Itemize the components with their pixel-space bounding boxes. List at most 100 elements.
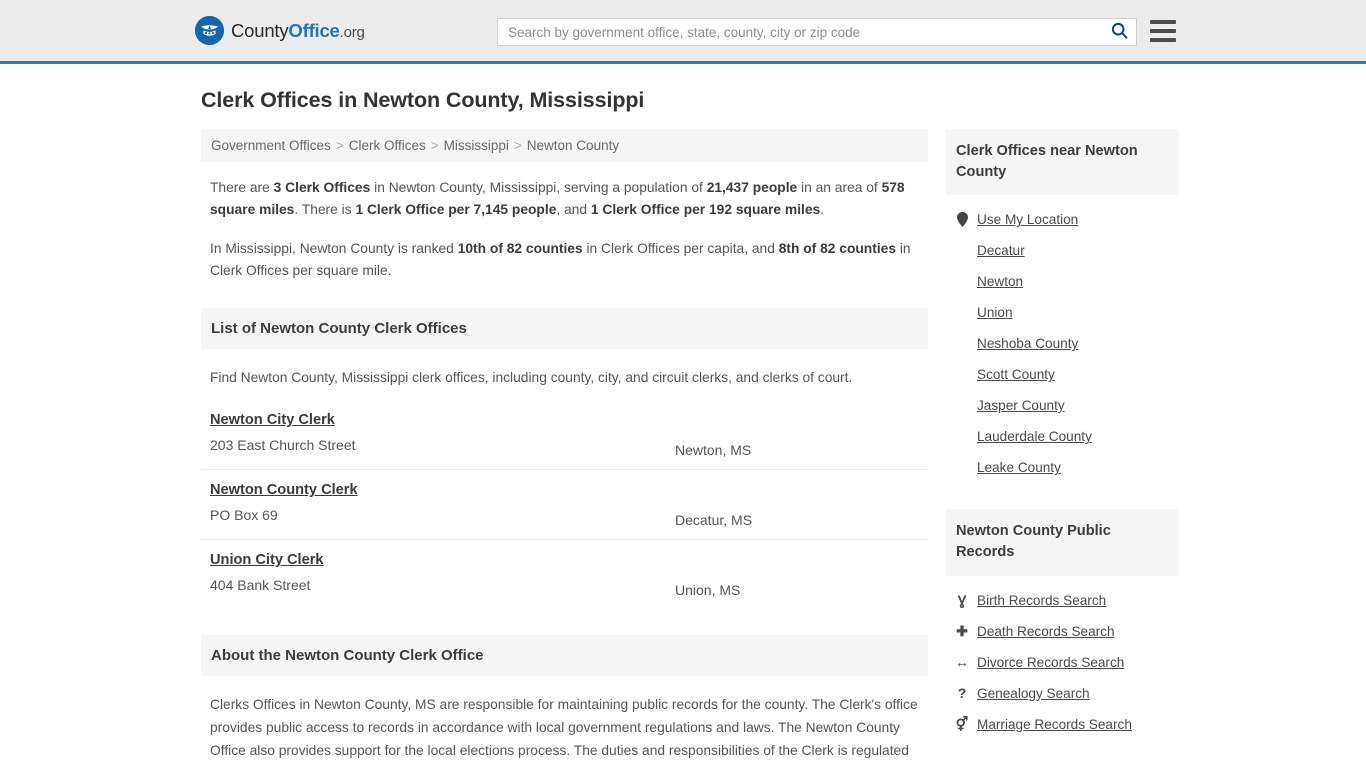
question-mark-icon: ?	[957, 685, 967, 702]
about-heading: About the Newton County Clerk Office	[201, 635, 928, 677]
search-icon	[1111, 22, 1128, 42]
sidebar-link[interactable]: Marriage Records Search	[977, 717, 1132, 732]
office-details: Newton City Clerk 203 East Church Street	[210, 411, 675, 453]
sidebar-link-row[interactable]: Use My Location	[946, 204, 1179, 235]
map-pin-icon	[955, 212, 969, 228]
main-content: Government Offices > Clerk Offices > Mississ…	[201, 129, 928, 768]
sidebar-link-row[interactable]: Leake County	[946, 452, 1179, 483]
office-details: Union City Clerk 404 Bank Street	[210, 551, 675, 593]
stats-paragraph-1: There are 3 Clerk Offices in Newton Coun…	[201, 177, 928, 222]
sidebar-link[interactable]: Death Records Search	[977, 624, 1115, 639]
stat-highlight: 1 Clerk Office per 7,145 people	[355, 202, 557, 218]
office-name-link[interactable]: Union City Clerk	[210, 552, 324, 568]
site-logo-link[interactable]: CountyOffice.org	[195, 16, 365, 45]
stat-text: in Newton County, Mississippi, serving a…	[370, 180, 707, 195]
search-bar[interactable]	[497, 18, 1137, 46]
sidebar-link[interactable]: Decatur	[977, 243, 1025, 258]
stat-text: , and	[556, 202, 591, 218]
sidebar-link[interactable]: Jasper County	[977, 398, 1065, 413]
stat-text: . There is	[294, 202, 356, 218]
nearby-offices-heading: Clerk Offices near Newton County	[946, 129, 1179, 196]
sidebar-link-row[interactable]: ? Genealogy Search	[946, 678, 1179, 709]
stat-highlight: 10th of 82 counties	[457, 240, 583, 256]
sidebar-link-row[interactable]: Ɣ Birth Records Search	[946, 585, 1179, 616]
sidebar-link-row[interactable]: Jasper County	[946, 390, 1179, 421]
sidebar-link-row[interactable]: Neshoba County	[946, 328, 1179, 359]
about-section: About the Newton County Clerk Office Cle…	[201, 635, 928, 768]
stat-highlight: 1 Clerk Office per 192 square miles	[590, 202, 821, 218]
public-records-heading: Newton County Public Records	[946, 509, 1179, 576]
office-list-subtext: Find Newton County, Mississippi clerk of…	[210, 370, 853, 386]
stat-text: In Mississippi, Newton County is ranked	[210, 240, 458, 256]
nearby-offices-panel: Clerk Offices near Newton County Use My …	[946, 129, 1179, 483]
office-row: Newton City Clerk 203 East Church Street N…	[201, 400, 928, 471]
site-logo-text: CountyOffice.org	[231, 20, 365, 42]
sidebar-link[interactable]: Lauderdale County	[977, 429, 1092, 444]
public-records-links: Ɣ Birth Records Search ✚ Death Records Sear…	[946, 576, 1179, 740]
nearby-offices-links: Use My Location Decatur Newton Union Neshoba…	[946, 195, 1179, 483]
office-address: 203 East Church Street	[210, 437, 356, 454]
sidebar-link[interactable]: Use My Location	[977, 212, 1078, 227]
breadcrumb-item[interactable]: Newton County	[527, 138, 619, 153]
sidebar-link-row[interactable]: Lauderdale County	[946, 421, 1179, 452]
breadcrumb-separator: >	[430, 138, 439, 153]
office-list-heading: List of Newton County Clerk Offices	[201, 308, 928, 350]
sidebar-link-row[interactable]: ✚ Death Records Search	[946, 616, 1179, 647]
eagle-shield-logo-icon	[195, 16, 224, 45]
male-female-icon: ⚥	[955, 716, 969, 733]
sidebar-link[interactable]: Neshoba County	[977, 336, 1078, 351]
sidebar: Clerk Offices near Newton County Use My …	[946, 129, 1179, 750]
sidebar-link-row[interactable]: Decatur	[946, 235, 1179, 266]
brand-part-county: County	[231, 19, 289, 41]
stat-text: in Clerk Offices per capita, and	[582, 240, 779, 256]
stat-highlight: 3 Clerk Offices	[273, 180, 371, 195]
office-list: Newton City Clerk 203 East Church Street N…	[201, 400, 928, 609]
breadcrumb-item[interactable]: Government Offices	[211, 138, 331, 153]
sidebar-link[interactable]: Leake County	[977, 460, 1061, 475]
site-header: CountyOffice.org	[0, 0, 1366, 64]
office-name-link[interactable]: Newton County Clerk	[210, 482, 358, 498]
sidebar-link-row[interactable]: ↔ Divorce Records Search	[946, 647, 1179, 678]
sidebar-link[interactable]: Scott County	[977, 367, 1055, 382]
office-address: 404 Bank Street	[210, 577, 311, 594]
office-address: PO Box 69	[210, 507, 278, 524]
office-city-state: Decatur, MS	[675, 512, 753, 529]
breadcrumb-item[interactable]: Mississippi	[444, 138, 509, 153]
office-name-link[interactable]: Newton City Clerk	[210, 412, 335, 428]
stat-text: There are	[210, 180, 274, 195]
sidebar-link[interactable]: Newton	[977, 274, 1023, 289]
breadcrumb-separator: >	[335, 138, 344, 153]
search-button[interactable]	[1102, 19, 1136, 45]
public-records-panel: Newton County Public Records Ɣ Birth Reco…	[946, 509, 1179, 739]
office-city-state: Newton, MS	[675, 442, 752, 459]
sidebar-link-row[interactable]: Scott County	[946, 359, 1179, 390]
sidebar-link[interactable]: Union	[977, 305, 1013, 320]
about-body-text: Clerks Offices in Newton County, MS are …	[210, 697, 918, 768]
brand-part-tld: .org	[339, 23, 365, 41]
brand-part-office: Office	[288, 19, 340, 41]
stat-highlight: 8th of 82 counties	[778, 240, 897, 256]
stat-text: in an area of	[797, 180, 882, 195]
breadcrumb: Government Offices > Clerk Offices > Mississ…	[201, 129, 928, 162]
baby-icon: Ɣ	[957, 592, 967, 609]
search-input[interactable]	[498, 19, 1102, 45]
left-right-arrows-icon: ↔	[955, 654, 969, 671]
stat-highlight: 21,437 people	[706, 180, 798, 195]
sidebar-link[interactable]: Birth Records Search	[977, 593, 1106, 608]
breadcrumb-separator: >	[513, 138, 522, 153]
hamburger-bar	[1150, 38, 1176, 42]
office-row: Newton County Clerk PO Box 69 Decatur, MS	[201, 470, 928, 541]
office-row: Union City Clerk 404 Bank Street Union, MS	[201, 540, 928, 609]
cross-icon: ✚	[956, 623, 968, 640]
sidebar-link-row[interactable]: ⚥ Marriage Records Search	[946, 709, 1179, 740]
page-title: Clerk Offices in Newton County, Mississi…	[201, 88, 645, 112]
office-list-section: List of Newton County Clerk Offices Find…	[201, 308, 928, 609]
sidebar-link[interactable]: Genealogy Search	[977, 686, 1090, 701]
hamburger-menu-icon[interactable]	[1150, 20, 1176, 42]
sidebar-link-row[interactable]: Newton	[946, 266, 1179, 297]
sidebar-link[interactable]: Divorce Records Search	[977, 655, 1124, 670]
stats-paragraph-2: In Mississippi, Newton County is ranked …	[201, 238, 928, 283]
sidebar-link-row[interactable]: Union	[946, 297, 1179, 328]
breadcrumb-item[interactable]: Clerk Offices	[349, 138, 426, 153]
page-body: Clerk Offices in Newton County, Mississi…	[0, 88, 1366, 768]
